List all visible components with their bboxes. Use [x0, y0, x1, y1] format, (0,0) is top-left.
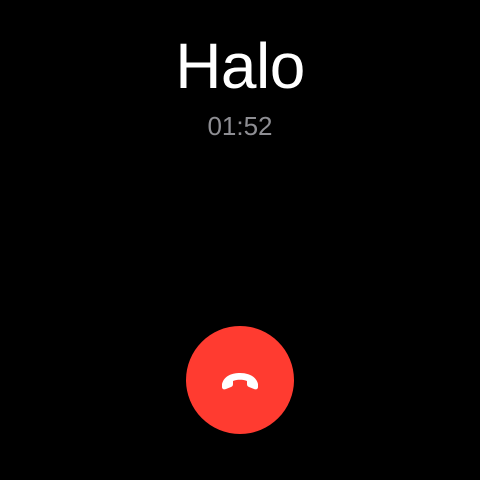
call-duration: 01:52 [207, 111, 273, 141]
phone-hangup-icon [218, 367, 262, 393]
end-call-button[interactable] [186, 326, 294, 434]
call-screen: Halo 01:52 [0, 0, 480, 480]
caller-name: Halo [175, 30, 305, 102]
